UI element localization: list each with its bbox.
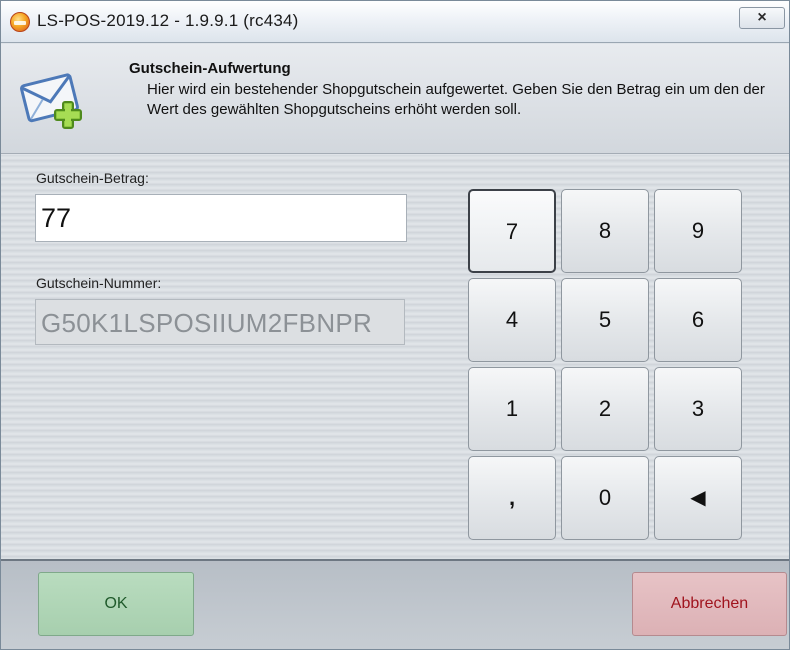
dialog-window: LS-POS-2019.12 - 1.9.9.1 (rc434) × Gutsc… (0, 0, 790, 650)
amount-input[interactable] (35, 194, 407, 242)
keypad-key-1[interactable]: 1 (468, 367, 556, 451)
keypad-key-0[interactable]: 0 (561, 456, 649, 540)
keypad-key-7[interactable]: 7 (468, 189, 556, 273)
title-bar[interactable]: LS-POS-2019.12 - 1.9.9.1 (rc434) × (1, 1, 789, 43)
keypad-key-6[interactable]: 6 (654, 278, 742, 362)
dialog-description: Hier wird ein bestehender Shopgutschein … (147, 81, 765, 118)
pos-app-icon (10, 12, 30, 32)
keypad-key-3[interactable]: 3 (654, 367, 742, 451)
close-icon: × (757, 9, 767, 26)
backspace-key[interactable]: ◀ (654, 456, 742, 540)
ok-button[interactable]: OK (38, 572, 194, 636)
keypad-key-8[interactable]: 8 (561, 189, 649, 273)
backspace-left-triangle-icon: ◀ (690, 487, 706, 509)
amount-label: Gutschein-Betrag: (36, 170, 149, 186)
close-button[interactable]: × (739, 7, 785, 29)
keypad-key-9[interactable]: 9 (654, 189, 742, 273)
keypad-key-5[interactable]: 5 (561, 278, 649, 362)
window-title: LS-POS-2019.12 - 1.9.9.1 (rc434) (37, 11, 299, 30)
keypad-key-4[interactable]: 4 (468, 278, 556, 362)
keypad-key-2[interactable]: 2 (561, 367, 649, 451)
voucher-number-label: Gutschein-Nummer: (36, 275, 162, 291)
dialog-heading: Gutschein-Aufwertung (129, 60, 291, 77)
dialog-header: Gutschein-Aufwertung Hier wird ein beste… (1, 44, 789, 154)
envelope-plus-icon (20, 73, 82, 129)
cancel-button[interactable]: Abbrechen (632, 572, 787, 636)
voucher-number-field: G50K1LSPOSIIUM2FBNPR (35, 299, 405, 345)
keypad-key-comma[interactable]: , (468, 456, 556, 540)
